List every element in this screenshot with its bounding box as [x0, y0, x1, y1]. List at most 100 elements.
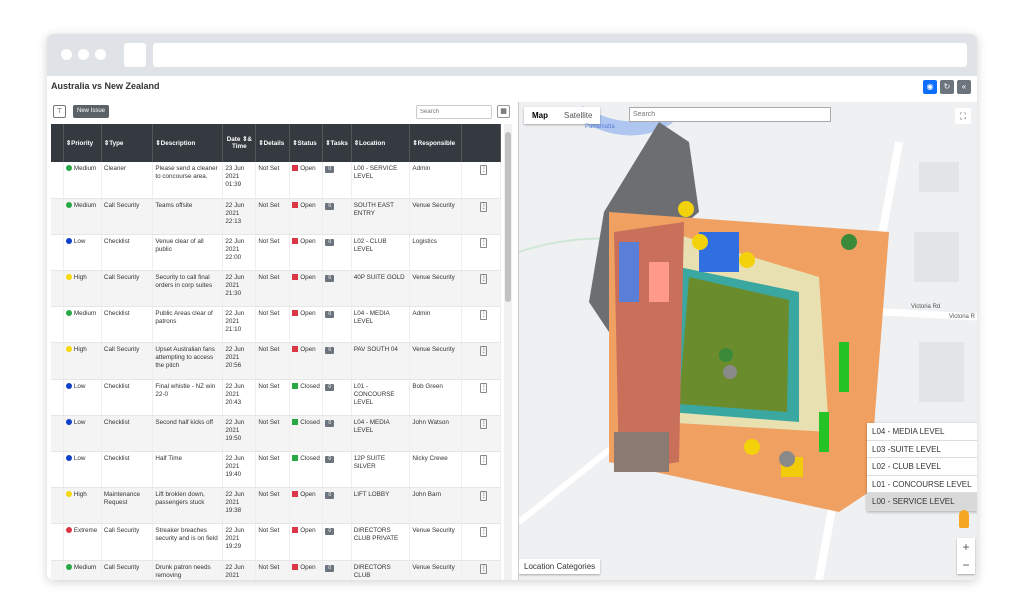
eye-icon[interactable]: ◉	[923, 80, 937, 94]
table-row[interactable]: Medium Call Security Drunk patron needs re…	[51, 560, 502, 580]
row-menu-icon[interactable]: ⋮	[479, 527, 487, 538]
level-option[interactable]: L03 -SUITE LEVEL	[867, 441, 977, 458]
fullscreen-icon[interactable]: ⛶	[955, 108, 971, 124]
row-menu-icon[interactable]: ⋮	[479, 346, 487, 357]
header-location[interactable]: ⇕Location	[351, 124, 411, 162]
cell-type: Call Security	[101, 198, 154, 235]
tasks-badge: 0	[325, 383, 335, 391]
header-tasks[interactable]: ⇕Tasks	[322, 124, 352, 162]
cell-location: L04 - MEDIA LEVEL	[351, 415, 411, 453]
cell-type: Checklist	[101, 451, 154, 489]
row-menu-icon[interactable]: ⋮	[479, 237, 487, 248]
table-row[interactable]: Low Checklist Second half kicks off 22 Jun …	[51, 415, 502, 453]
header-description[interactable]: ⇕Description	[152, 124, 224, 162]
header-type[interactable]: ⇕Type	[101, 124, 154, 162]
cell-blank	[51, 342, 64, 380]
cell-details: Not Set	[255, 234, 291, 272]
map-type-map[interactable]: Map	[524, 107, 556, 124]
cell-status: Open	[289, 487, 324, 525]
header-status[interactable]: ⇕Status	[289, 124, 324, 162]
cell-description: Venue clear of all public	[152, 234, 224, 272]
cell-tasks: 0	[322, 234, 352, 272]
level-option[interactable]: L01 - CONCOURSE LEVEL	[867, 476, 977, 493]
table-row[interactable]: Extreme Call Security Streaker breaches se…	[51, 523, 502, 561]
table-row[interactable]: Medium Cleaner Please send a cleaner to co…	[51, 162, 502, 199]
priority-dot-icon	[65, 491, 72, 498]
status-square-icon	[292, 310, 299, 317]
street-view-pegman-icon[interactable]	[959, 510, 969, 528]
row-menu-icon[interactable]: ⋮	[479, 165, 487, 175]
level-option[interactable]: L00 - SERVICE LEVEL	[867, 493, 977, 511]
cell-blank	[51, 306, 64, 344]
cell-type: Checklist	[101, 234, 154, 272]
level-option[interactable]: L04 - MEDIA LEVEL	[867, 423, 977, 441]
tasks-badge: 0	[325, 564, 335, 572]
filter-icon[interactable]: ⊤	[53, 105, 66, 118]
table-row[interactable]: Low Checklist Final whistle - NZ win 22-0 2…	[51, 379, 502, 416]
calendar-icon[interactable]: ▦	[497, 105, 510, 118]
street-label: Parramatta	[585, 124, 615, 130]
scrollbar-thumb[interactable]	[505, 132, 511, 302]
priority-dot-icon	[65, 310, 72, 317]
header-date[interactable]: Date ⇕& Time	[222, 124, 257, 162]
location-categories-button[interactable]: Location Categories	[519, 559, 601, 574]
table-scrollbar[interactable]	[504, 124, 512, 580]
cell-type: Maintenance Request	[101, 487, 154, 525]
row-menu-icon[interactable]: ⋮	[479, 382, 487, 393]
new-issue-button[interactable]: New Issue	[73, 105, 110, 118]
cell-details: Not Set	[255, 270, 291, 308]
tasks-badge: 0	[325, 528, 335, 536]
cell-actions: ⋮	[461, 451, 502, 489]
cell-details: Not Set	[255, 523, 291, 561]
header-responsible[interactable]: ⇕Responsible	[409, 124, 462, 162]
cell-actions: ⋮	[461, 379, 502, 416]
row-menu-icon[interactable]: ⋮	[479, 310, 487, 321]
search-input[interactable]	[416, 105, 492, 119]
header-priority[interactable]: ⇕Priority	[63, 124, 102, 162]
table-row[interactable]: Low Checklist Venue clear of all public 22 …	[51, 234, 502, 272]
zoom-out-button[interactable]: −	[957, 556, 975, 574]
cell-actions: ⋮	[461, 487, 502, 525]
table-row[interactable]: High Call Security Security to call final …	[51, 270, 502, 308]
cell-details: Not Set	[255, 560, 291, 580]
header-actions	[461, 124, 502, 162]
priority-label: Medium	[73, 201, 97, 209]
table-row[interactable]: Medium Call Security Teams offsite 22 Jun 2…	[51, 198, 502, 235]
cell-priority: Extreme	[63, 523, 102, 561]
cell-details: Not Set	[255, 198, 291, 235]
row-menu-icon[interactable]: ⋮	[479, 455, 487, 465]
cell-priority: Medium	[63, 306, 102, 344]
priority-dot-icon	[65, 237, 72, 244]
cell-details: Not Set	[255, 306, 291, 344]
address-bar[interactable]	[153, 43, 967, 67]
cell-tasks: 0	[322, 560, 352, 580]
refresh-icon[interactable]: ↻	[940, 80, 954, 94]
cell-responsible: Logistics	[409, 234, 462, 272]
stadium-map[interactable]: Map Satellite ⛶ Victoria Rd Victoria R P…	[518, 102, 977, 580]
header-details[interactable]: ⇕Details	[255, 124, 291, 162]
map-search-input[interactable]	[629, 107, 831, 122]
table-row[interactable]: High Maintenance Request Lift broklen down…	[51, 487, 502, 525]
table-row[interactable]: Low Checklist Half Time 22 Jun 2021 19:40 No…	[51, 451, 502, 489]
level-option[interactable]: L02 - CLUB LEVEL	[867, 458, 977, 476]
cell-blank	[51, 162, 64, 199]
priority-dot-icon	[65, 274, 72, 281]
row-menu-icon[interactable]: ⋮	[479, 418, 487, 429]
row-menu-icon[interactable]: ⋮	[479, 563, 487, 574]
cell-description: Lift broklen down, passengers stuck	[152, 487, 224, 525]
cell-priority: High	[63, 270, 102, 308]
collapse-icon[interactable]: «	[957, 80, 971, 94]
issues-toolbar: ⊤ New Issue ▦	[51, 102, 512, 122]
status-square-icon	[292, 201, 299, 208]
zoom-in-button[interactable]: +	[957, 538, 975, 556]
row-menu-icon[interactable]: ⋮	[479, 201, 487, 212]
cell-date: 22 Jun 2021 19:50	[222, 415, 257, 453]
row-menu-icon[interactable]: ⋮	[479, 274, 487, 285]
browser-tab[interactable]	[124, 43, 146, 67]
status-square-icon	[292, 274, 299, 281]
cell-status: Closed	[289, 415, 324, 453]
table-row[interactable]: High Call Security Upset Australian fans a…	[51, 342, 502, 380]
map-type-satellite[interactable]: Satellite	[556, 107, 600, 124]
row-menu-icon[interactable]: ⋮	[479, 491, 487, 502]
table-row[interactable]: Medium Checklist Public Areas clear of pat…	[51, 306, 502, 344]
